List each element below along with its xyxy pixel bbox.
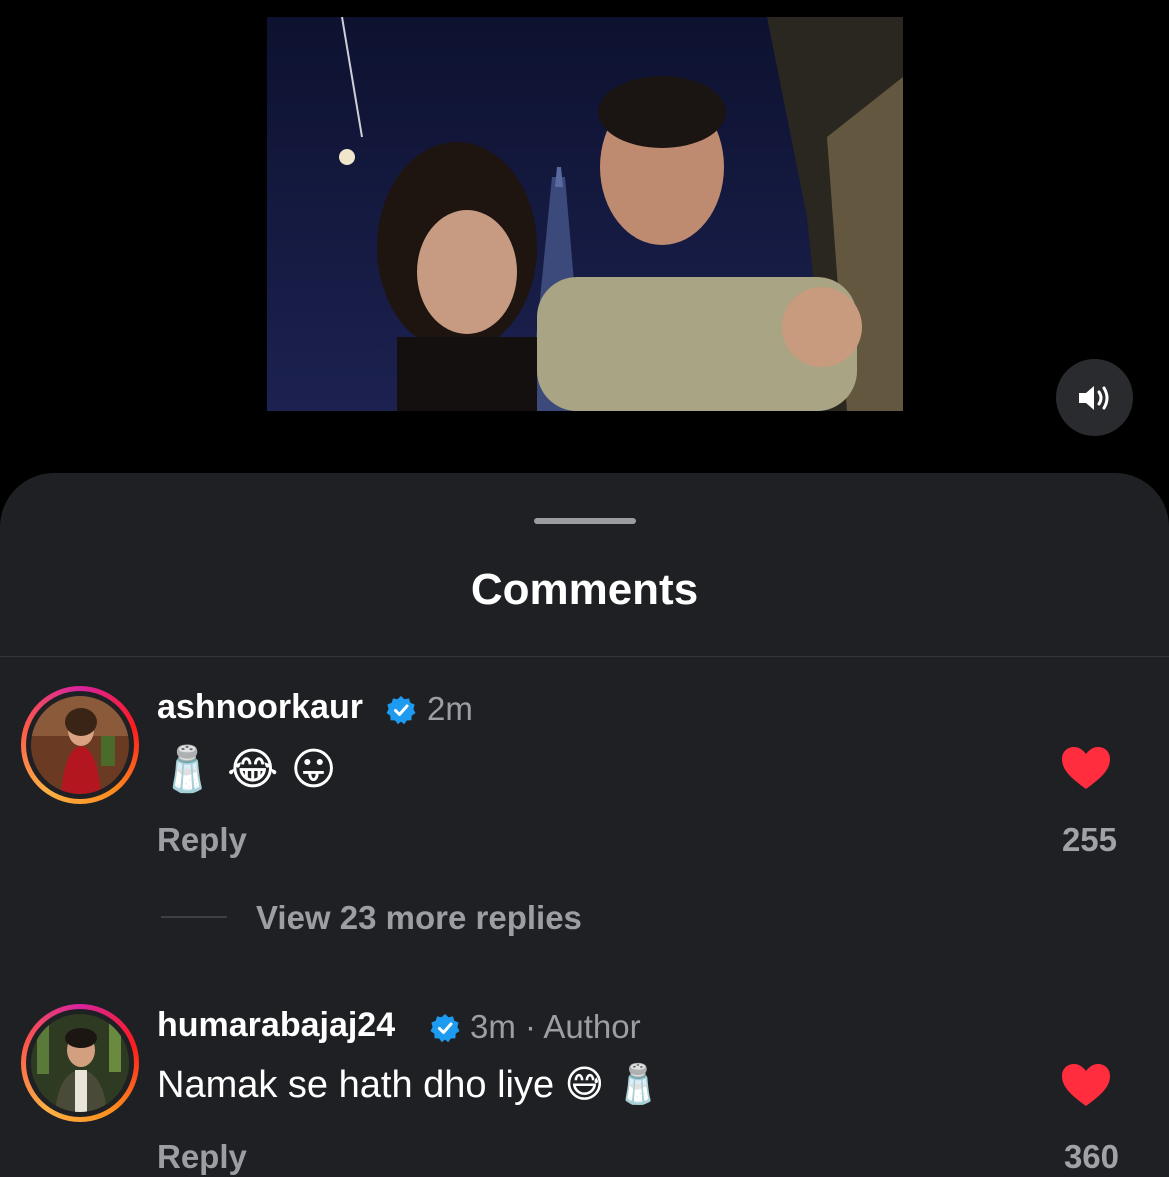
sheet-divider <box>0 656 1169 657</box>
reel-video-frame[interactable] <box>267 17 903 411</box>
comment-username[interactable]: ashnoorkaur <box>157 688 363 727</box>
comment-timestamp: 2m <box>427 690 473 727</box>
reply-button[interactable]: Reply <box>157 1138 247 1176</box>
comment-text: 🧂 😂 😛 <box>160 745 337 794</box>
replies-divider-line <box>161 916 227 918</box>
avatar-story-ring[interactable] <box>21 1004 139 1122</box>
comment-username[interactable]: humarabajaj24 <box>157 1006 395 1045</box>
view-more-replies-button[interactable]: View 23 more replies <box>256 899 582 937</box>
avatar <box>31 1014 129 1112</box>
like-count: 360 <box>1063 1138 1119 1175</box>
heart-filled-icon[interactable] <box>1061 1063 1111 1107</box>
comment-meta: 3m · Author <box>470 1008 641 1045</box>
reply-button[interactable]: Reply <box>157 821 247 859</box>
mute-toggle-button[interactable] <box>1056 359 1133 436</box>
verified-badge-icon <box>386 696 416 725</box>
heart-filled-icon[interactable] <box>1061 746 1111 790</box>
avatar-story-ring[interactable] <box>21 686 139 804</box>
sheet-grabber-handle[interactable] <box>534 518 636 524</box>
author-tag: Author <box>543 1008 641 1045</box>
like-count: 255 <box>1061 821 1117 858</box>
verified-badge-icon <box>430 1014 460 1043</box>
reel-video-area[interactable] <box>0 0 1169 475</box>
comment-timestamp: 3m <box>470 1008 516 1045</box>
comment-text: Namak se hath dho liye 😅 🧂 <box>157 1064 663 1106</box>
avatar <box>31 696 129 794</box>
comments-sheet: Comments ashnoorkaur 2m 🧂 😂 😛 Reply 255 … <box>0 473 1169 1177</box>
speaker-on-icon <box>1078 385 1108 410</box>
video-thumbnail <box>267 17 903 411</box>
sheet-title: Comments <box>470 565 699 614</box>
